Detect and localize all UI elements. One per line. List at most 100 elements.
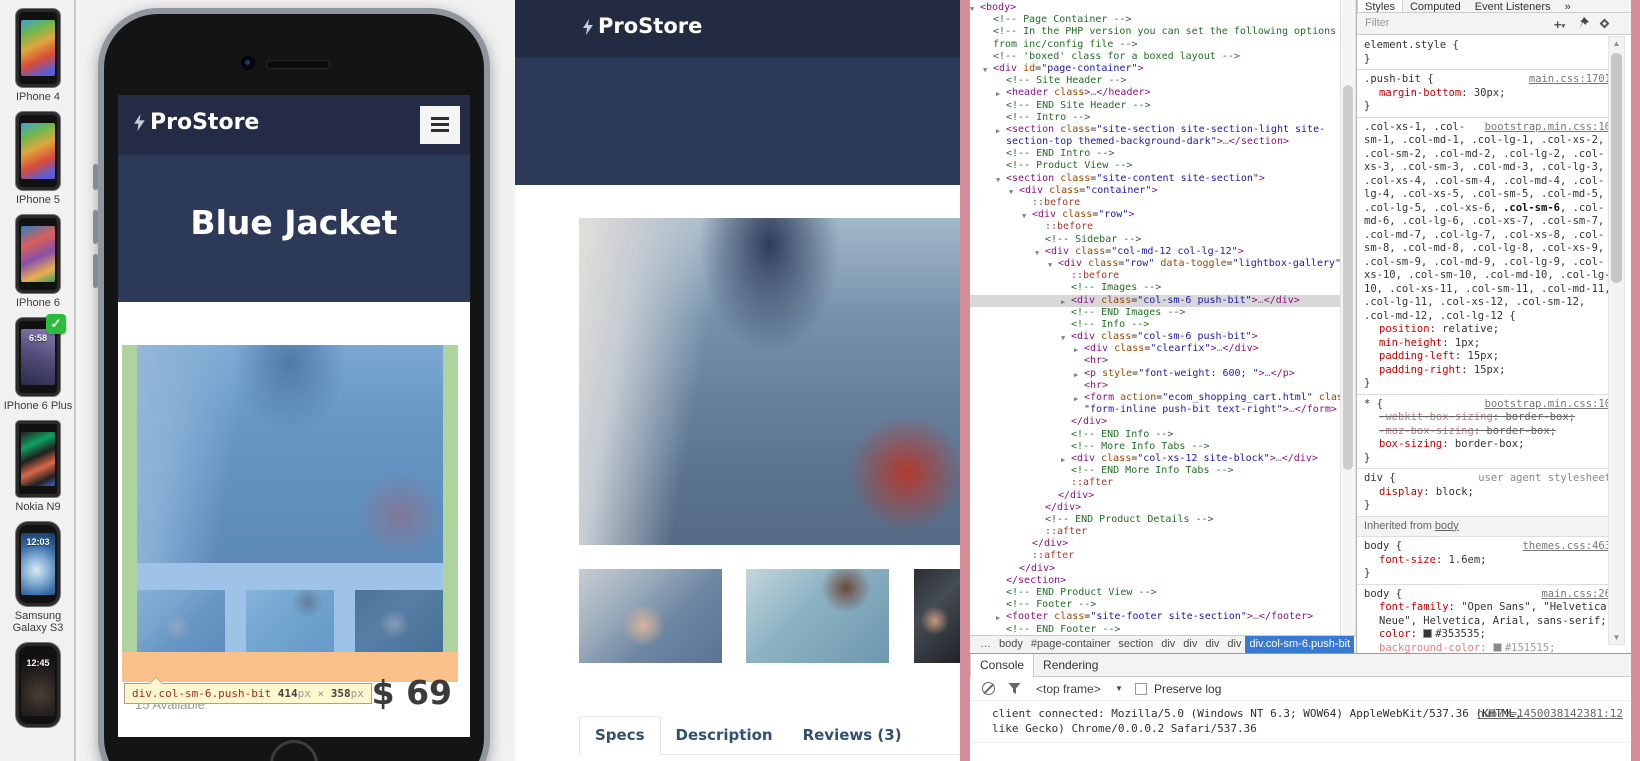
expand-arrow-closed[interactable]: ▶ [1074, 369, 1078, 380]
clear-console-icon[interactable] [982, 682, 995, 695]
expand-arrow-closed[interactable]: ▶ [1074, 344, 1078, 355]
tree-line[interactable]: <!-- Site Header --> [970, 75, 1340, 87]
tree-line[interactable]: ::after [970, 526, 1340, 538]
site-logo[interactable]: ProStore [134, 110, 259, 137]
tree-line[interactable]: ::after [970, 550, 1340, 562]
filter-icon[interactable] [1008, 682, 1021, 698]
tree-line[interactable]: from inc/config file --> [970, 39, 1340, 51]
device-list-item[interactable]: IPhone 4 [0, 9, 74, 103]
css-property[interactable]: padding-right: 15px; [1364, 364, 1611, 378]
tree-line[interactable]: ▶ <div class="col-sm-6 push-bit">…</div> [970, 294, 1340, 307]
breadcrumb-item[interactable]: div.col-sm-6.push-bit [1245, 636, 1355, 653]
css-rule[interactable]: themes.css:463 body {font-size: 1.6em;} [1357, 537, 1615, 585]
device-list-item[interactable]: 12:45 [0, 643, 74, 727]
product-thumbnail-2[interactable] [746, 569, 889, 663]
css-property[interactable]: position: relative; [1364, 323, 1611, 337]
tree-line[interactable]: ▼ <div class="col-md-12 col-lg-12"> [970, 246, 1340, 258]
tree-line[interactable]: ▶ <p style="font-weight: 600; ">…</p> [970, 368, 1340, 380]
tree-line[interactable]: </div> [970, 538, 1340, 550]
tree-line[interactable]: section-top themed-background-dark">…</s… [970, 136, 1340, 148]
tree-line[interactable]: <!-- Info --> [970, 319, 1340, 331]
tree-line[interactable]: ::before [970, 270, 1340, 282]
tree-line[interactable]: </div> [970, 490, 1340, 502]
tree-line[interactable]: ▶ <form action="ecom_shopping_cart.html" … [970, 392, 1340, 404]
css-property[interactable]: padding-left: 15px; [1364, 350, 1611, 364]
preserve-log-checkbox[interactable] [1135, 683, 1147, 695]
breadcrumb-item[interactable]: div [1179, 636, 1201, 653]
tree-line[interactable]: ▶ <footer class="site-footer site-section… [970, 611, 1340, 623]
device-thumbnail[interactable] [16, 215, 60, 293]
product-main-image[interactable] [579, 218, 960, 545]
tree-line[interactable]: <hr> [970, 355, 1340, 367]
tree-line[interactable]: ▼ <section class="site-content site-secti… [970, 173, 1340, 185]
console-source-link[interactable]: hub?v=1450038142381:12 [1477, 706, 1623, 721]
breadcrumb-item[interactable]: body [995, 636, 1027, 653]
tab-description[interactable]: Description [661, 717, 788, 753]
console-tab-rendering[interactable]: Rendering [1034, 654, 1107, 677]
tree-line[interactable]: <!-- Product View --> [970, 160, 1340, 172]
css-rule[interactable]: main.css:1701 .push-bit {margin-bottom: 3… [1357, 70, 1615, 118]
device-list-item[interactable]: 6:58 ✓ IPhone 6 Plus [0, 314, 74, 412]
scroll-down-arrow[interactable]: ▼ [1609, 633, 1624, 642]
css-property[interactable]: font-size: 1.6em; [1364, 554, 1611, 568]
new-style-rule-button[interactable]: +▾ [1554, 17, 1565, 32]
console-tab-console[interactable]: Console [970, 654, 1035, 677]
tab-specs[interactable]: Specs [579, 716, 661, 755]
tree-line[interactable]: <!-- END Info --> [970, 429, 1340, 441]
expand-arrow-open[interactable]: ▼ [1022, 210, 1026, 221]
tree-line[interactable]: <!-- 'boxed' class for a boxed layout --… [970, 51, 1340, 63]
tree-line[interactable]: <!-- END Intro --> [970, 148, 1340, 160]
css-rule[interactable]: main.css:26 body {font-family: "Open Sans… [1357, 585, 1615, 654]
breadcrumb-item[interactable]: #page-container [1027, 636, 1115, 653]
expand-arrow-open[interactable]: ▼ [1048, 259, 1052, 270]
rule-source-link[interactable]: bootstrap.min.css:10 [1485, 121, 1611, 135]
expand-arrow-open[interactable]: ▼ [983, 64, 987, 75]
css-property[interactable]: min-height: 1px; [1364, 337, 1611, 351]
styles-tab--[interactable]: » [1558, 0, 1578, 12]
product-main-image[interactable] [137, 345, 443, 563]
tree-line[interactable]: ▶ <header class>…</header> [970, 87, 1340, 99]
css-rule[interactable]: bootstrap.min.css:10 * {-webkit-box-sizin… [1357, 395, 1615, 469]
styles-tab-event-listeners[interactable]: Event Listeners [1468, 0, 1558, 12]
expand-arrow-closed[interactable]: ▶ [996, 612, 1000, 623]
product-thumbnail-1[interactable] [579, 569, 722, 663]
expand-arrow-open[interactable]: ▼ [1035, 247, 1039, 258]
styles-tab-computed[interactable]: Computed [1403, 0, 1468, 12]
tree-line[interactable]: ▼ <div class="row"> [970, 209, 1340, 221]
inherited-target-link[interactable]: body [1435, 520, 1459, 532]
tree-line[interactable]: ▼ <div class="col-sm-6 push-bit"> [970, 331, 1340, 343]
tree-line[interactable]: ▼ <div class="row" data-toggle="lightbox-… [970, 258, 1340, 270]
device-thumbnail[interactable]: 12:45 [16, 643, 60, 727]
css-property[interactable]: background-color: #151515; [1364, 642, 1611, 654]
expand-arrow-open[interactable]: ▼ [1061, 332, 1065, 343]
device-thumbnail[interactable]: 6:58 ✓ [16, 314, 66, 396]
expand-arrow-open[interactable]: ▼ [970, 3, 974, 14]
tree-line[interactable]: <!-- In the PHP version you can set the … [970, 26, 1340, 38]
product-thumbnail-3[interactable] [914, 569, 960, 663]
device-list-item[interactable]: Nokia N9 [0, 421, 74, 513]
frame-context-select[interactable]: <top frame> [1036, 682, 1101, 696]
css-property[interactable]: -moz-box-sizing: border-box; [1364, 425, 1611, 439]
css-property[interactable]: display: block; [1364, 486, 1611, 500]
site-logo[interactable]: ProStore [583, 14, 702, 40]
scrollbar-thumb[interactable] [1343, 85, 1353, 470]
rule-source-link[interactable]: bootstrap.min.css:10 [1485, 398, 1611, 412]
tree-line[interactable]: "form-inline push-bit text-right">…</for… [970, 404, 1340, 416]
tree-line[interactable]: <!-- Footer --> [970, 599, 1340, 611]
elements-panel[interactable]: ▼ <body> <!-- Page Container --> <!-- In th… [970, 0, 1340, 635]
tree-line[interactable]: <!-- END Site Header --> [970, 100, 1340, 112]
device-thumbnail[interactable] [16, 9, 60, 87]
tab-reviews-3-[interactable]: Reviews (3) [788, 717, 917, 753]
css-property[interactable]: -webkit-box-sizing: border-box; [1364, 411, 1611, 425]
css-rule[interactable]: element.style {} [1357, 36, 1615, 70]
tree-line[interactable]: <!-- END More Info Tabs --> [970, 465, 1340, 477]
toggle-element-state-icon[interactable] [1598, 17, 1611, 33]
css-property[interactable]: font-family: "Open Sans", "Helvetica Neu… [1364, 601, 1611, 628]
tree-line[interactable]: <!-- END Product View --> [970, 587, 1340, 599]
breadcrumb-item[interactable]: section [1114, 636, 1157, 653]
expand-arrow-closed[interactable]: ▶ [996, 88, 1000, 99]
styles-tab-styles[interactable]: Styles [1357, 0, 1403, 12]
tree-line[interactable]: <hr> [970, 380, 1340, 392]
tree-line[interactable]: <!-- END Footer --> [970, 624, 1340, 635]
device-thumbnail[interactable] [16, 421, 60, 497]
